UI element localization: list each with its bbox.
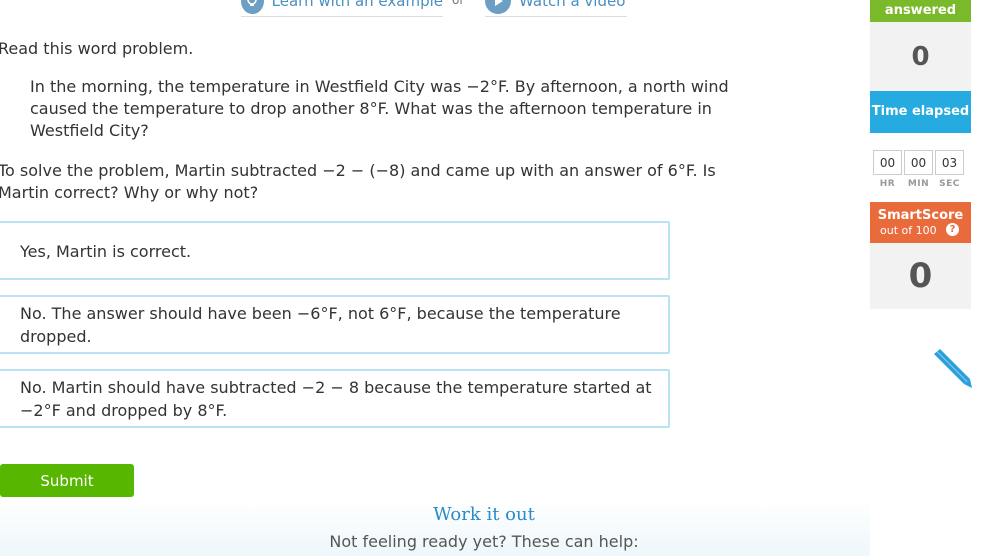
smartscore-header: SmartScore out of 100 ? (870, 202, 971, 243)
lightbulb-icon (241, 0, 264, 14)
answer-choice-1[interactable]: Yes, Martin is correct. (0, 221, 670, 280)
timer-seconds: 03 (935, 150, 964, 175)
learn-link-label: Learn with an example (271, 0, 443, 10)
not-ready-text: Not feeling ready yet? These can help: (329, 532, 639, 551)
questions-answered-count: 0 (870, 22, 971, 91)
smartscore-subtitle: out of 100 (880, 224, 937, 237)
time-elapsed-label: Time elapsed (870, 91, 971, 133)
pencil-icon[interactable] (930, 348, 974, 390)
smartscore-value: 0 (870, 243, 971, 309)
timer-labels: HR MIN SEC (873, 179, 969, 189)
play-icon (485, 0, 511, 14)
answer-choice-label: No. Martin should have subtracted −2 − 8… (20, 378, 652, 420)
word-problem-text: In the morning, the temperature in Westf… (30, 77, 729, 140)
smartscore-title: SmartScore (877, 208, 964, 223)
help-question-icon[interactable]: ? (946, 223, 959, 236)
timer-minutes: 00 (904, 150, 933, 175)
video-link-label: Watch a video (519, 0, 626, 10)
answer-choice-3[interactable]: No. Martin should have subtracted −2 − 8… (0, 369, 670, 428)
timer-seconds-label: SEC (939, 179, 960, 189)
answer-choice-label: Yes, Martin is correct. (20, 242, 192, 261)
question-prompt: To solve the problem, Martin subtracted … (0, 161, 716, 202)
answer-choice-2[interactable]: No. The answer should have been −6°F, no… (0, 295, 670, 354)
timer-hours-label: HR (879, 179, 896, 189)
learn-with-example-link[interactable]: Learn with an example (241, 0, 443, 17)
timer-minutes-label: MIN (907, 179, 930, 189)
work-it-out-heading: Work it out (433, 504, 535, 525)
timer-hours: 00 (873, 150, 902, 175)
instruction-text: Read this word problem. (0, 39, 194, 58)
questions-answered-label: answered (870, 0, 971, 22)
timer: 00 00 03 (873, 150, 969, 175)
watch-video-link[interactable]: Watch a video (485, 0, 627, 17)
or-label: or (452, 0, 465, 7)
submit-button[interactable]: Submit (0, 464, 134, 497)
answer-choice-label: No. The answer should have been −6°F, no… (20, 304, 621, 346)
